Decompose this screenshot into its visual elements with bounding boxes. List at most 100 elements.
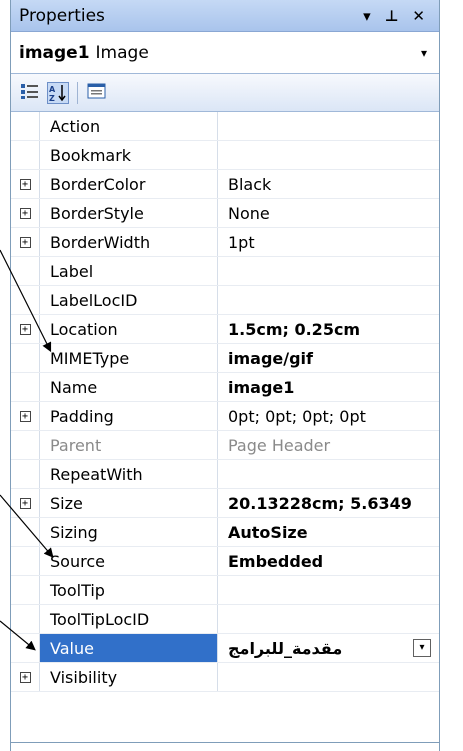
property-value-editor[interactable]: مقدمة_للبرامج ▾	[218, 634, 439, 662]
property-pages-icon[interactable]	[86, 82, 108, 104]
categorized-icon[interactable]	[19, 82, 41, 104]
row-gutter	[11, 373, 40, 401]
property-row-label[interactable]: Label	[11, 257, 439, 286]
property-row-bookmark[interactable]: Bookmark	[11, 141, 439, 170]
property-value[interactable]	[218, 257, 439, 285]
property-row-parent[interactable]: Parent Page Header	[11, 431, 439, 460]
row-gutter: +	[11, 402, 40, 430]
row-gutter	[11, 518, 40, 546]
property-name: BorderColor	[40, 170, 218, 198]
property-value[interactable]	[218, 460, 439, 488]
property-row-repeatwith[interactable]: RepeatWith	[11, 460, 439, 489]
property-value[interactable]: 0pt; 0pt; 0pt; 0pt	[218, 402, 439, 430]
properties-toolbar: A Z	[11, 74, 439, 112]
expand-icon[interactable]: +	[19, 410, 31, 422]
row-gutter: +	[11, 489, 40, 517]
property-value[interactable]: 20.13228cm; 5.6349	[218, 489, 439, 517]
properties-title-bar: Properties ▾ ⊥ ✕	[11, 0, 439, 32]
property-name: BorderStyle	[40, 199, 218, 227]
property-name: Parent	[40, 431, 218, 459]
row-gutter	[11, 576, 40, 604]
panel-bottom-border	[11, 742, 439, 743]
property-row-name[interactable]: Name image1	[11, 373, 439, 402]
object-name: image1	[19, 42, 90, 63]
property-value[interactable]: 1.5cm; 0.25cm	[218, 315, 439, 343]
pin-icon[interactable]: ⊥	[385, 7, 399, 25]
property-row-sizing[interactable]: Sizing AutoSize	[11, 518, 439, 547]
expand-icon[interactable]: +	[19, 323, 31, 335]
panel-title: Properties	[19, 5, 105, 26]
property-value[interactable]	[218, 576, 439, 604]
object-selector[interactable]: image1 Image ▾	[11, 32, 439, 74]
property-grid: Action Bookmark + BorderColor Black + Bo…	[11, 112, 439, 692]
property-value[interactable]	[218, 141, 439, 169]
expand-icon[interactable]: +	[19, 207, 31, 219]
property-row-tooltip[interactable]: ToolTip	[11, 576, 439, 605]
property-name: ToolTipLocID	[40, 605, 218, 633]
property-value[interactable]: None	[218, 199, 439, 227]
property-value[interactable]: Black	[218, 170, 439, 198]
property-row-borderwidth[interactable]: + BorderWidth 1pt	[11, 228, 439, 257]
property-name: Size	[40, 489, 218, 517]
expand-icon[interactable]: +	[19, 178, 31, 190]
property-row-location[interactable]: + Location 1.5cm; 0.25cm	[11, 315, 439, 344]
row-gutter	[11, 634, 40, 662]
property-row-borderstyle[interactable]: + BorderStyle None	[11, 199, 439, 228]
property-name: Sizing	[40, 518, 218, 546]
row-gutter: +	[11, 663, 40, 691]
property-row-bordercolor[interactable]: + BorderColor Black	[11, 170, 439, 199]
property-value[interactable]: Embedded	[218, 547, 439, 575]
svg-text:Z: Z	[49, 94, 55, 103]
row-gutter	[11, 344, 40, 372]
panel-menu-icon[interactable]: ▾	[363, 7, 371, 25]
property-value[interactable]	[218, 663, 439, 691]
svg-text:A: A	[49, 85, 56, 94]
row-gutter	[11, 605, 40, 633]
property-name: MIMEType	[40, 344, 218, 372]
object-dropdown-icon[interactable]: ▾	[415, 46, 433, 60]
property-name: Visibility	[40, 663, 218, 691]
property-value[interactable]: image/gif	[218, 344, 439, 372]
property-row-labellocid[interactable]: LabelLocID	[11, 286, 439, 315]
row-gutter	[11, 431, 40, 459]
property-value[interactable]: image1	[218, 373, 439, 401]
object-type: Image	[95, 42, 149, 63]
expand-icon[interactable]: +	[19, 236, 31, 248]
property-row-padding[interactable]: + Padding 0pt; 0pt; 0pt; 0pt	[11, 402, 439, 431]
property-name: LabelLocID	[40, 286, 218, 314]
property-name: BorderWidth	[40, 228, 218, 256]
property-value: Page Header	[228, 435, 331, 455]
property-name: Name	[40, 373, 218, 401]
property-name: Location	[40, 315, 218, 343]
property-row-mimetype[interactable]: MIMEType image/gif	[11, 344, 439, 373]
property-value[interactable]: AutoSize	[218, 518, 439, 546]
row-gutter	[11, 460, 40, 488]
property-value[interactable]: مقدمة_للبرامج	[228, 639, 342, 658]
property-name: Value	[40, 634, 218, 662]
property-value[interactable]	[218, 112, 439, 140]
property-name: RepeatWith	[40, 460, 218, 488]
alphabetical-icon[interactable]: A Z	[47, 81, 69, 104]
property-row-tooltiplocid[interactable]: ToolTipLocID	[11, 605, 439, 634]
property-row-value[interactable]: Value مقدمة_للبرامج ▾	[11, 634, 439, 663]
row-gutter: +	[11, 170, 40, 198]
row-gutter: +	[11, 228, 40, 256]
property-value[interactable]: 1pt	[218, 228, 439, 256]
row-gutter	[11, 112, 40, 140]
row-gutter	[11, 257, 40, 285]
property-row-source[interactable]: Source Embedded	[11, 547, 439, 576]
property-row-visibility[interactable]: + Visibility	[11, 663, 439, 692]
row-gutter	[11, 286, 40, 314]
property-row-action[interactable]: Action	[11, 112, 439, 141]
expand-icon[interactable]: +	[19, 497, 31, 509]
property-value[interactable]	[218, 286, 439, 314]
close-icon[interactable]: ✕	[412, 7, 425, 25]
value-dropdown-icon[interactable]: ▾	[413, 639, 431, 657]
property-row-size[interactable]: + Size 20.13228cm; 5.6349	[11, 489, 439, 518]
property-name: Padding	[40, 402, 218, 430]
property-value[interactable]	[218, 605, 439, 633]
toolbar-separator	[77, 81, 78, 104]
property-name: Action	[40, 112, 218, 140]
properties-panel: Properties ▾ ⊥ ✕ image1 Image ▾ A Z Acti…	[10, 0, 440, 751]
expand-icon[interactable]: +	[19, 671, 31, 683]
